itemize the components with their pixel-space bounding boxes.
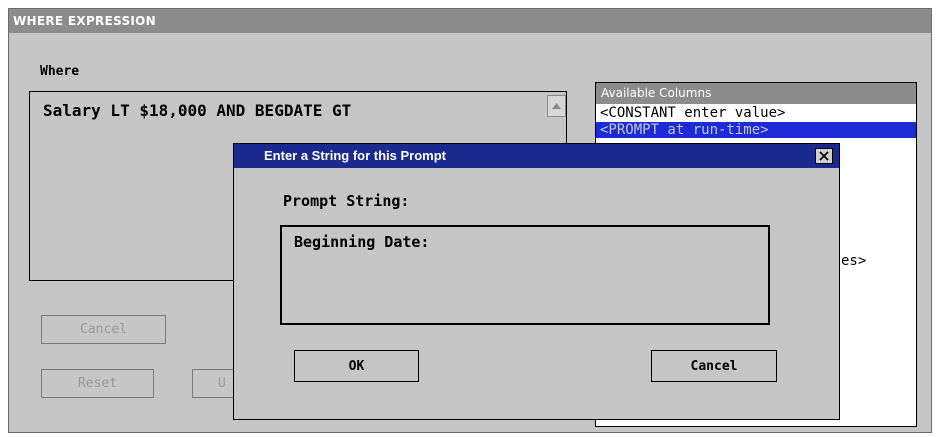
where-label: Where [40,64,80,79]
reset-button-label: Reset [77,376,118,391]
reset-button[interactable]: Reset [41,369,154,398]
prompt-dialog: Enter a String for this Prompt Prompt St… [233,143,840,420]
available-columns-header: Available Columns [596,83,916,104]
where-expression-text: Salary LT $18,000 AND BEGDATE GT [43,101,352,120]
prompt-string-input[interactable]: Beginning Date: [280,225,770,325]
dialog-title: Enter a String for this Prompt [234,144,839,168]
column-item-constant[interactable]: <CONSTANT enter value> [600,105,785,121]
scroll-up-icon[interactable] [547,95,566,117]
close-icon[interactable] [815,148,833,164]
prompt-string-label: Prompt String: [283,192,410,210]
cancel-button[interactable]: Cancel [41,315,166,344]
partially-hidden-button-label: U [218,376,226,391]
window-title: WHERE EXPRESSION [9,9,931,33]
prompt-string-value: Beginning Date: [294,233,430,251]
ok-button[interactable]: OK [294,350,419,382]
dialog-cancel-button-label: Cancel [690,358,738,374]
ok-button-label: OK [348,358,365,374]
column-item-prompt[interactable]: <PROMPT at run-time> [596,122,916,138]
cancel-button-label: Cancel [80,322,127,337]
column-item-partial[interactable]: es> [841,253,866,269]
dialog-cancel-button[interactable]: Cancel [651,350,777,382]
